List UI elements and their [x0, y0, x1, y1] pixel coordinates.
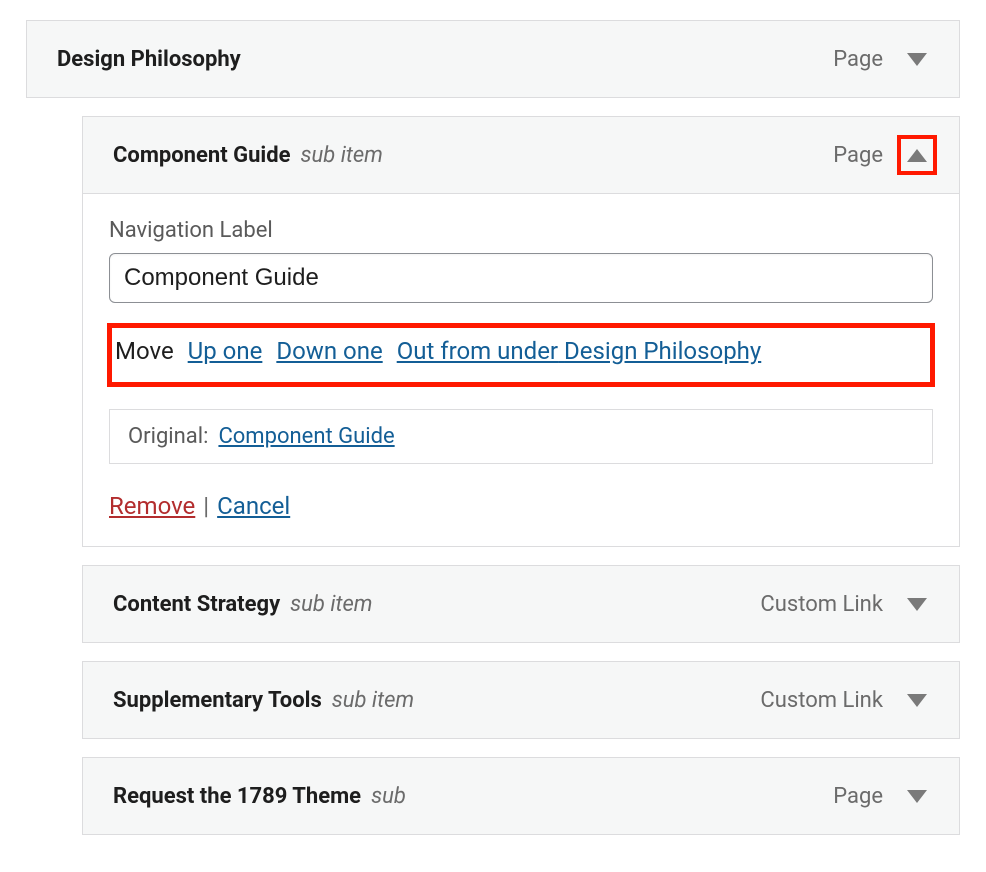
- menu-item-bar[interactable]: Supplementary Tools sub item Custom Link: [83, 662, 959, 738]
- menu-item-left: Component Guide sub item: [113, 143, 383, 168]
- move-label: Move: [115, 337, 174, 365]
- original-link[interactable]: Component Guide: [218, 424, 394, 449]
- move-out-prefix: Out from under: [397, 337, 558, 365]
- sub-item-label: sub item: [290, 592, 372, 617]
- toggle-item-button[interactable]: [897, 584, 937, 624]
- menu-item-right: Page: [833, 135, 937, 175]
- sub-item-label: sub: [371, 784, 406, 809]
- menu-item-right: Page: [833, 39, 937, 79]
- remove-link[interactable]: Remove: [109, 492, 195, 520]
- chevron-up-icon: [907, 149, 927, 162]
- menu-item[interactable]: Content Strategy sub item Custom Link: [82, 565, 960, 643]
- toggle-item-button[interactable]: [897, 680, 937, 720]
- menu-item[interactable]: Component Guide sub item Page Navigation…: [82, 116, 960, 547]
- menu-item-right: Page: [833, 776, 937, 816]
- chevron-down-icon: [907, 694, 927, 707]
- menu-item-left: Request the 1789 Theme sub: [113, 784, 406, 809]
- menu-item-bar[interactable]: Content Strategy sub item Custom Link: [83, 566, 959, 642]
- cancel-link[interactable]: Cancel: [217, 492, 290, 520]
- sub-item-label: sub item: [332, 688, 414, 713]
- navigation-label-field-label: Navigation Label: [109, 218, 933, 243]
- move-out-parent: Design Philosophy: [564, 337, 761, 365]
- menu-item-title: Design Philosophy: [57, 47, 241, 72]
- menu-item-type: Page: [833, 143, 883, 168]
- menu-item-title: Content Strategy: [113, 592, 280, 617]
- menu-item-right: Custom Link: [760, 680, 937, 720]
- menu-item-bar[interactable]: Component Guide sub item Page: [83, 117, 959, 193]
- navigation-label-input[interactable]: [109, 253, 933, 303]
- original-box: Original: Component Guide: [109, 409, 933, 464]
- move-down-link[interactable]: Down one: [276, 337, 382, 365]
- menu-item-left: Content Strategy sub item: [113, 592, 373, 617]
- menu-item-title: Request the 1789 Theme: [113, 784, 361, 809]
- toggle-item-button[interactable]: [897, 39, 937, 79]
- menu-item-settings: Navigation Label Move Up one Down one Ou…: [83, 193, 959, 546]
- menu-item-type: Page: [833, 47, 883, 72]
- move-out-link[interactable]: Out from under Design Philosophy: [397, 337, 762, 365]
- menu-item-title: Component Guide: [113, 143, 291, 168]
- menu-item-title: Supplementary Tools: [113, 688, 322, 713]
- chevron-down-icon: [907, 53, 927, 66]
- menu-item-type: Custom Link: [760, 592, 883, 617]
- menu-item[interactable]: Design Philosophy Page: [26, 20, 960, 98]
- separator: |: [203, 492, 209, 520]
- menu-item-bar[interactable]: Request the 1789 Theme sub Page: [83, 758, 959, 834]
- original-label: Original:: [128, 424, 208, 449]
- menu-item-left: Supplementary Tools sub item: [113, 688, 414, 713]
- move-row: Move Up one Down one Out from under Desi…: [109, 325, 933, 385]
- sub-item-label: sub item: [301, 143, 383, 168]
- menu-item-bar[interactable]: Design Philosophy Page: [27, 21, 959, 97]
- action-row: Remove | Cancel: [109, 492, 933, 520]
- menu-item[interactable]: Request the 1789 Theme sub Page: [82, 757, 960, 835]
- chevron-down-icon: [907, 598, 927, 611]
- menu-item-right: Custom Link: [760, 584, 937, 624]
- toggle-item-button[interactable]: [897, 776, 937, 816]
- move-up-link[interactable]: Up one: [188, 337, 263, 365]
- menu-item-type: Custom Link: [760, 688, 883, 713]
- menu-item-type: Page: [833, 784, 883, 809]
- menu-item-left: Design Philosophy: [57, 47, 241, 72]
- toggle-item-button[interactable]: [897, 135, 937, 175]
- menu-item[interactable]: Supplementary Tools sub item Custom Link: [82, 661, 960, 739]
- chevron-down-icon: [907, 790, 927, 803]
